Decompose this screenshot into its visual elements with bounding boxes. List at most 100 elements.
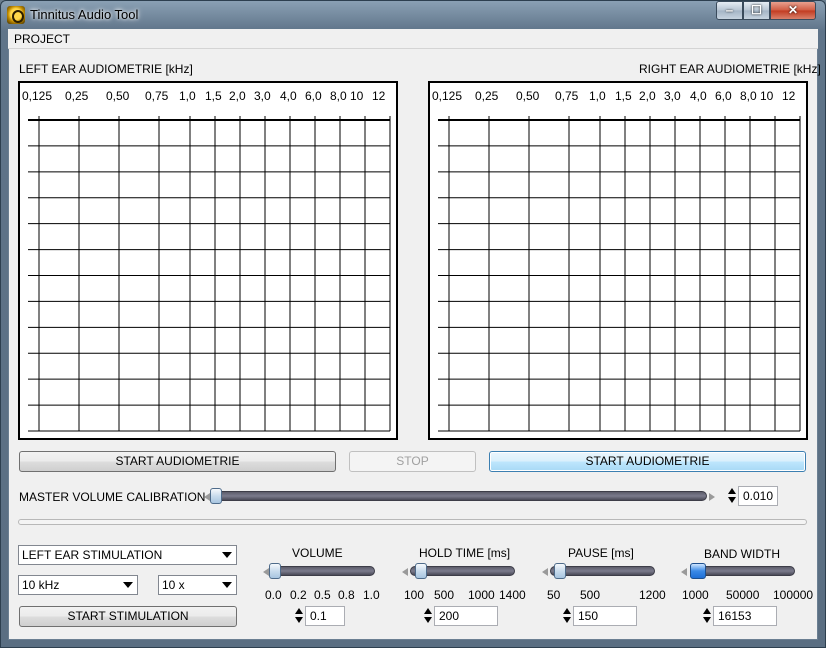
frequency-select[interactable]: 10 kHz [18,575,138,595]
chevron-down-icon [222,552,232,558]
app-icon [7,6,25,24]
right-ear-label: RIGHT EAR AUDIOMETRIE [kHz] [639,62,821,76]
hold-time-input[interactable]: 200 [434,606,498,626]
frequency-label: 3,0 [664,89,681,103]
separator [18,519,807,525]
volume-spinner[interactable] [295,606,304,626]
master-volume-input[interactable]: 0.010 [738,486,778,506]
spin-up-icon[interactable] [424,608,432,614]
frequency-label: 12 [782,89,796,103]
volume-slider[interactable] [271,566,375,576]
frequency-label: 0,25 [475,89,499,103]
spin-up-icon[interactable] [703,608,711,614]
frequency-label: 0,75 [145,89,169,103]
frequency-label: 6,0 [715,89,732,103]
master-volume-label: MASTER VOLUME CALIBRATION [19,490,206,504]
volume-thumb[interactable] [269,563,281,579]
slider-right-arrow-icon [709,493,715,501]
hold-time-thumb[interactable] [415,563,427,579]
volume-scale-label: 0.2 [290,588,307,602]
chevron-down-icon [123,582,133,588]
volume-scale-label: 1.0 [363,588,380,602]
band-width-scale-label: 100000 [773,588,814,602]
frequency-label: 1,0 [179,89,196,103]
frequency-label: 1,5 [205,89,222,103]
master-volume-thumb[interactable] [210,488,222,504]
frequency-label: 0,125 [432,89,463,103]
multiplier-select[interactable]: 10 x [158,575,237,595]
pause-scale-label: 500 [580,588,601,602]
left-audiogram[interactable] [18,81,398,440]
frequency-label: 2,0 [229,89,246,103]
frequency-label: 3,0 [254,89,271,103]
frequency-label: 4,0 [280,89,297,103]
frequency-label: 6,0 [305,89,322,103]
volume-label: VOLUME [292,546,343,560]
band-width-spinner[interactable] [703,606,712,626]
left-audiogram-grid [28,116,391,432]
band-width-input[interactable]: 16153 [713,606,777,626]
right-audiogram-grid [438,116,801,432]
spin-up-icon[interactable] [295,608,303,614]
right-audiogram[interactable] [428,81,808,440]
frequency-value: 10 kHz [22,578,60,592]
stop-button[interactable]: STOP [349,451,476,472]
spin-down-icon[interactable] [424,617,432,623]
slider-left-arrow-icon [402,568,408,576]
start-left-audiometrie-button[interactable]: START AUDIOMETRIE [19,451,336,472]
volume-scale-label: 0.0 [265,588,282,602]
pause-label: PAUSE [ms] [568,546,634,560]
hold-time-spinner[interactable] [424,606,433,626]
hold-time-scale-label: 500 [434,588,455,602]
frequency-label: 12 [372,89,386,103]
hold-time-scale-label: 100 [404,588,425,602]
volume-input[interactable]: 0.1 [305,606,345,626]
close-button[interactable]: ✕ [770,1,816,20]
menu-bar [8,29,818,49]
spin-down-icon[interactable] [295,617,303,623]
pause-thumb[interactable] [554,563,566,579]
band-width-scale-label: 1000 [682,588,709,602]
minimize-icon: ‒ [726,3,733,17]
left-ear-label: LEFT EAR AUDIOMETRIE [kHz] [19,62,193,76]
band-width-thumb[interactable] [690,563,706,579]
multiplier-value: 10 x [162,578,185,592]
minimize-button[interactable]: ‒ [716,1,743,20]
frequency-label: 8,0 [740,89,757,103]
frequency-label: 0,50 [106,89,130,103]
pause-input[interactable]: 150 [573,606,637,626]
frequency-label: 0,25 [65,89,89,103]
pause-scale-label: 50 [547,588,561,602]
frequency-label: 10 [350,89,364,103]
volume-scale-label: 0.5 [314,588,331,602]
frequency-label: 1,5 [615,89,632,103]
hold-time-label: HOLD TIME [ms] [419,546,511,560]
slider-left-arrow-icon [542,568,548,576]
slider-left-arrow-icon [681,568,687,576]
pause-spinner[interactable] [563,606,572,626]
frequency-label: 0,75 [555,89,579,103]
band-width-label: BAND WIDTH [704,547,780,561]
spin-down-icon[interactable] [703,617,711,623]
window-title: Tinnitus Audio Tool [30,7,139,22]
maximize-button[interactable]: ☐ [743,1,770,20]
spin-up-icon[interactable] [563,608,571,614]
close-icon: ✕ [787,3,799,17]
ear-stimulation-select[interactable]: LEFT EAR STIMULATION [18,545,237,565]
chevron-down-icon [222,582,232,588]
start-stimulation-button[interactable]: START STIMULATION [19,606,237,627]
master-volume-spinner[interactable] [728,486,737,506]
band-width-scale-label: 50000 [726,588,760,602]
spin-up-icon[interactable] [728,488,736,494]
pause-scale-label: 1200 [639,588,666,602]
menu-project[interactable]: PROJECT [14,32,70,46]
left-frequency-labels: 0,125 0,25 0,50 0,75 1,0 1,5 2,0 3,0 4,0 6,0 8,0 10… [18,89,398,103]
hold-time-scale-label: 1000 [468,588,495,602]
frequency-label: 4,0 [690,89,707,103]
hold-time-scale-label: 1400 [499,588,526,602]
volume-scale-label: 0.8 [338,588,355,602]
spin-down-icon[interactable] [728,497,736,503]
start-right-audiometrie-button[interactable]: START AUDIOMETRIE [489,451,806,472]
spin-down-icon[interactable] [563,617,571,623]
master-volume-slider[interactable] [212,491,707,501]
